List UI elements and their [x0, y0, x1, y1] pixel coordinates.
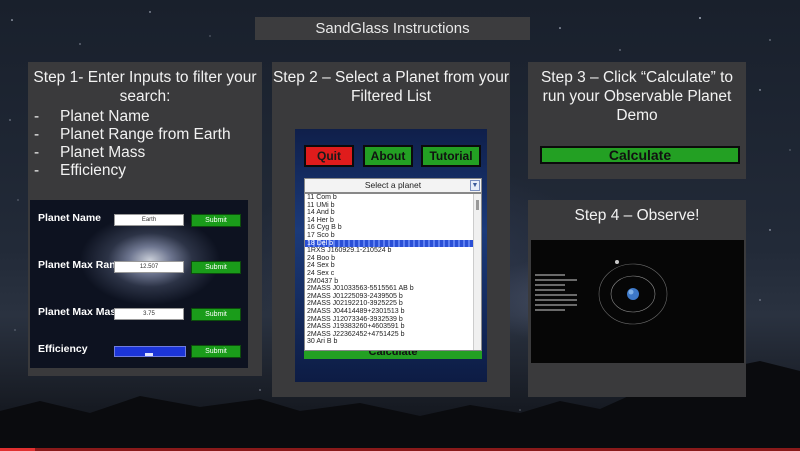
list-item[interactable]: 2MASS J01225093-2439505 b	[305, 293, 481, 301]
bullet-text: Planet Mass	[60, 144, 146, 161]
list-item[interactable]: 2MASS J04414489+2301513 b	[305, 308, 481, 316]
efficiency-slider[interactable]	[114, 346, 186, 357]
planet-name-input[interactable]: Earth	[114, 214, 184, 226]
calculate-button[interactable]: Calculate	[540, 146, 740, 164]
step1-bullet-list: - Planet Name - Planet Range from Earth -P…	[28, 108, 262, 180]
list-item: - Planet Range from Earth	[34, 126, 231, 143]
step2-title: Step 2 – Select a Planet from your Filte…	[272, 69, 510, 105]
planet-name-submit-button[interactable]: Submit	[191, 214, 241, 227]
list-item[interactable]: 24 Boo b	[305, 255, 481, 263]
list-item[interactable]: 2M0437 b	[305, 278, 481, 286]
list-item[interactable]: 2MASS J02192210-3925225 b	[305, 300, 481, 308]
list-item[interactable]: 2MASS J01033563-5515561 AB b	[305, 285, 481, 293]
list-item[interactable]: 14 And b	[305, 209, 481, 217]
bullet-text: Planet Name	[60, 108, 150, 125]
planet-max-range-input[interactable]: 12.507	[114, 261, 184, 273]
list-item[interactable]: 18 Del b	[305, 239, 481, 248]
list-item[interactable]: 2MASS J12073346-3932539 b	[305, 316, 481, 324]
moon-icon	[615, 260, 619, 264]
orbit-diagram	[598, 260, 668, 325]
about-button[interactable]: About	[363, 145, 413, 167]
planet-max-mass-submit-button[interactable]: Submit	[191, 308, 241, 321]
planet-highlight	[628, 289, 634, 295]
quit-button[interactable]: Quit	[304, 145, 354, 167]
efficiency-label: Efficiency	[38, 343, 88, 355]
planet-name-label: Planet Name	[38, 212, 102, 224]
planet-list[interactable]: 11 Com b 11 UMi b 14 And b 14 Her b 16 Cyg B…	[304, 193, 482, 351]
planet-max-range-submit-button[interactable]: Submit	[191, 261, 241, 274]
list-item: - Planet Mass	[34, 144, 146, 161]
planet-icon	[627, 288, 639, 300]
list-item[interactable]: 2MASS J19383260+4603591 b	[305, 323, 481, 331]
list-item[interactable]: 17 Sco b	[305, 232, 481, 240]
list-item[interactable]: 14 Her b	[305, 217, 481, 225]
list-item[interactable]: 30 Ari B b	[305, 338, 481, 346]
efficiency-submit-button[interactable]: Submit	[191, 345, 241, 358]
step1-title: Step 1- Enter Inputs to filter your sear…	[33, 69, 257, 105]
planet-select-placeholder: Select a planet	[364, 180, 422, 190]
page-title: SandGlass Instructions	[255, 17, 530, 40]
list-item: - Efficiency	[34, 162, 127, 179]
planet-max-range-row: Planet Max Range 12.507 Submit	[30, 257, 248, 277]
planet-select-dropdown[interactable]: Select a planet ▼	[304, 178, 482, 193]
list-item: - Planet Name	[34, 108, 150, 125]
planet-max-mass-row: Planet Max Mass 3.75 Submit	[30, 304, 248, 324]
efficiency-row: Efficiency Submit	[30, 341, 248, 361]
calculate-button-partial[interactable]: Calculate	[304, 351, 482, 359]
list-item[interactable]: 2MASS J22362452+4751425 b	[305, 331, 481, 339]
planet-max-mass-label: Planet Max Mass	[38, 306, 123, 318]
list-item[interactable]: 24 Sex c	[305, 270, 481, 278]
list-item[interactable]: 1RXS J160929.1-210524 b	[305, 247, 481, 255]
bullet-text: Planet Range from Earth	[60, 126, 231, 143]
planet-select-screenshot: Quit About Tutorial Select a planet ▼ 11…	[295, 129, 487, 382]
chevron-down-icon[interactable]: ▼	[470, 180, 480, 191]
list-item[interactable]: 24 Sex b	[305, 262, 481, 270]
list-item[interactable]: 16 Cyg B b	[305, 224, 481, 232]
step3-title: Step 3 – Click “Calculate” to run your O…	[540, 69, 734, 124]
filter-form-screenshot: Planet Name Earth Submit Planet Max Rang…	[30, 200, 248, 368]
tutorial-button[interactable]: Tutorial	[421, 145, 481, 167]
planet-name-row: Planet Name Earth Submit	[30, 210, 248, 230]
step4-title: Step 4 – Observe!	[574, 207, 700, 224]
observable-planet-demo	[531, 240, 744, 363]
list-item[interactable]: 11 UMi b	[305, 202, 481, 210]
list-item[interactable]: 11 Com b	[305, 194, 481, 202]
bullet-text: Efficiency	[60, 162, 127, 179]
planet-max-mass-input[interactable]: 3.75	[114, 308, 184, 320]
list-scrollbar[interactable]	[473, 194, 481, 350]
